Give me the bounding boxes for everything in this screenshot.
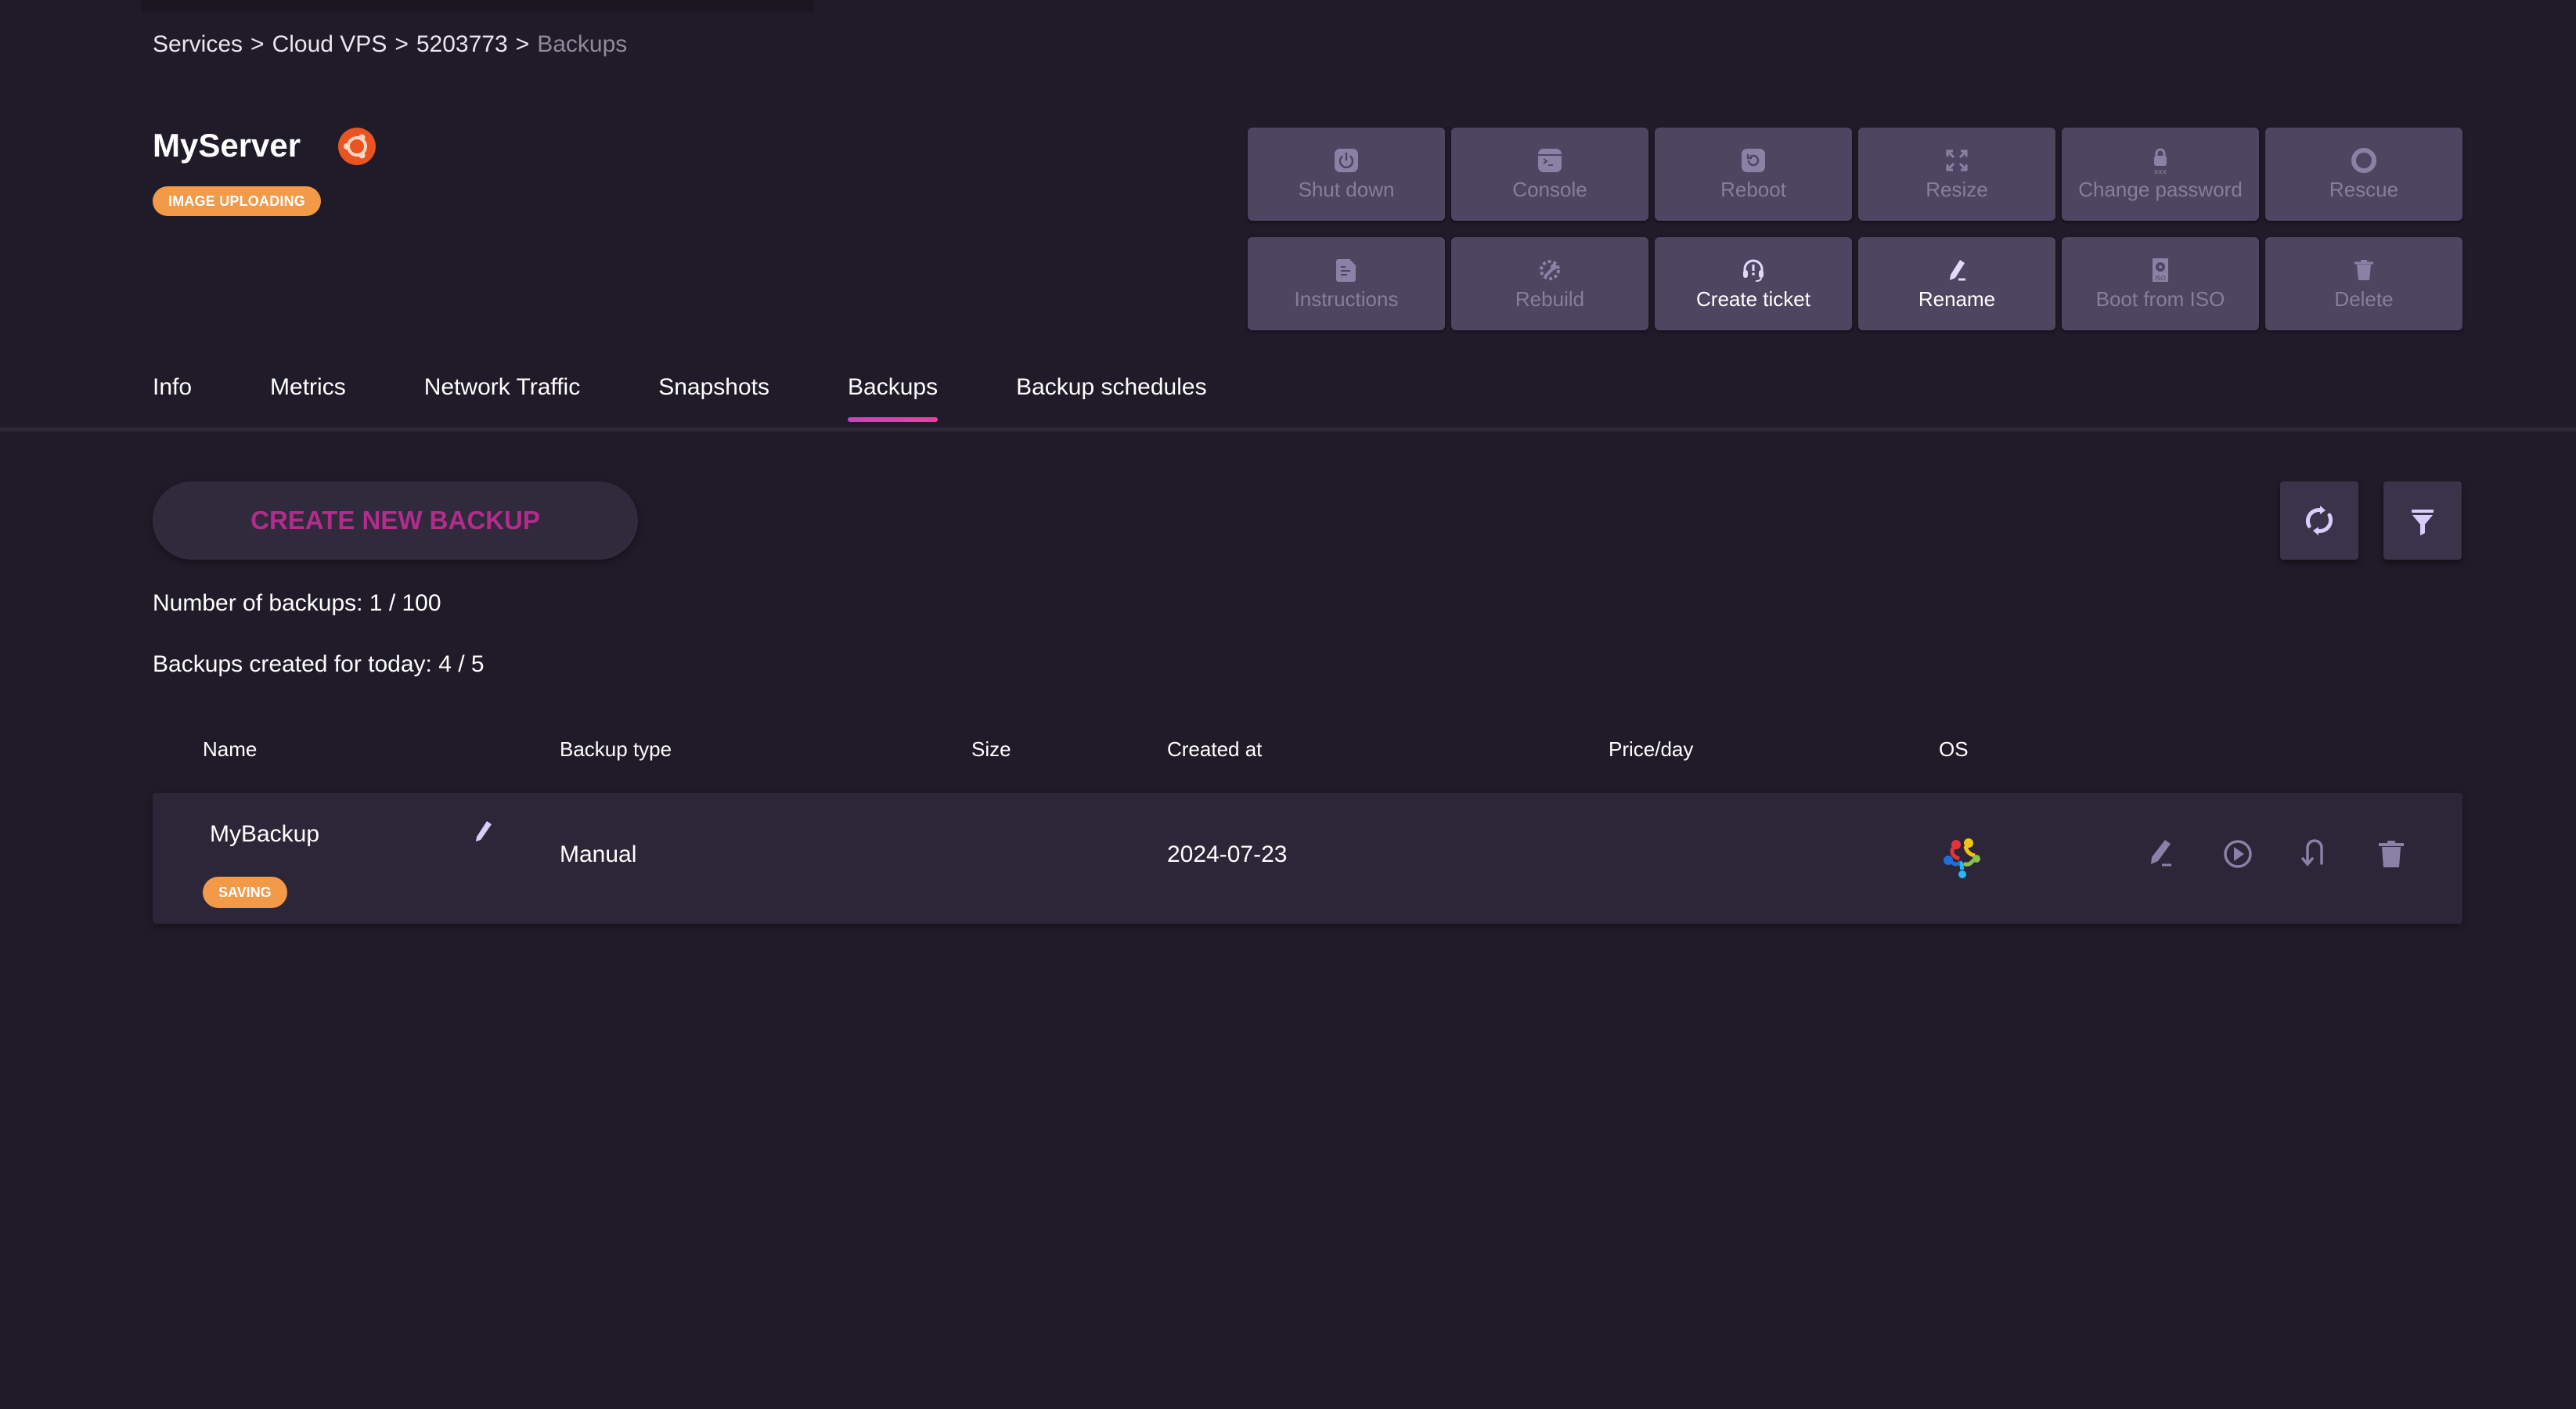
revert-icon[interactable] [2295,835,2333,873]
column-os: OS [1939,737,1969,761]
backup-status-badge: SAVING [203,877,287,908]
refresh-icon [2305,506,2333,535]
resize-button[interactable]: Resize [1858,128,2055,221]
column-name: Name [203,737,258,761]
wrench-gear-icon [1540,260,1560,280]
terminal-icon [1538,149,1562,172]
column-created-at: Created at [1167,737,1263,761]
resize-icon [1946,150,1968,171]
shut-down-label: Shut down [1298,178,1395,201]
rename-button[interactable]: Rename [1858,237,2055,330]
tab-info[interactable]: Info [153,374,192,420]
iso-disc-icon: ISO [2153,258,2168,282]
rebuild-button[interactable]: Rebuild [1451,237,1648,330]
console-label: Console [1512,178,1587,201]
server-name: MyServer [153,127,301,164]
boot-from-iso-button[interactable]: ISO Boot from ISO [2062,237,2259,330]
breadcrumb-services[interactable]: Services [153,31,243,57]
rescue-button[interactable]: Rescue [2265,128,2463,221]
backups-count: Number of backups: 1 / 100 [153,590,441,616]
create-ticket-button[interactable]: Create ticket [1655,237,1852,330]
rescue-label: Rescue [2329,178,2399,201]
tab-backup-schedules[interactable]: Backup schedules [1016,374,1207,420]
backup-type: Manual [560,841,637,867]
tab-divider [0,427,2576,431]
server-actions: Shut down Console Reboot Resize xxx Chan… [1248,128,2463,330]
backups-today: Backups created for today: 4 / 5 [153,651,485,677]
resize-label: Resize [1926,178,1988,201]
restore-play-icon[interactable] [2219,835,2257,873]
shut-down-button[interactable]: Shut down [1248,128,1445,221]
trash-icon [2354,260,2373,280]
os-logo-icon [1944,838,1980,878]
delete-backup-icon[interactable] [2372,835,2410,873]
lock-password-icon: xxx [2154,148,2167,175]
change-password-button[interactable]: xxx Change password [2062,128,2259,221]
create-new-backup-button[interactable]: CREATE NEW BACKUP [153,481,638,560]
reboot-button[interactable]: Reboot [1655,128,1852,221]
breadcrumb-cloud-vps[interactable]: Cloud VPS [272,31,387,57]
breadcrumb: Services > Cloud VPS >5203773 > Backups [153,31,627,58]
tab-snapshots[interactable]: Snapshots [658,374,769,420]
tab-backups[interactable]: Backups [848,374,939,422]
tab-metrics[interactable]: Metrics [270,374,346,420]
change-password-label: Change password [2078,178,2243,201]
column-price-day: Price/day [1609,737,1694,761]
console-button[interactable]: Console [1451,128,1648,221]
boot-from-iso-label: Boot from ISO [2095,287,2225,311]
breadcrumb-separator: > [395,31,409,57]
reboot-label: Reboot [1720,178,1786,201]
document-icon [1336,259,1356,282]
table-row: MyBackup SAVING Manual 2024-07-23 [153,793,2463,924]
filter-button[interactable] [2383,481,2462,560]
svg-text:xxx: xxx [2154,168,2167,175]
tab-network-traffic[interactable]: Network Traffic [424,374,581,420]
breadcrumb-separator: > [250,31,265,57]
edit-name-icon[interactable] [470,818,496,845]
instructions-label: Instructions [1294,287,1399,311]
delete-server-label: Delete [2334,287,2394,311]
backup-name: MyBackup [210,821,320,847]
instructions-button[interactable]: Instructions [1248,237,1445,330]
reboot-icon [1742,149,1765,172]
rename-backup-icon[interactable] [2143,835,2181,873]
delete-server-button[interactable]: Delete [2265,237,2463,330]
pencil-rename-icon [1950,260,1965,281]
tab-bar: Info Metrics Network Traffic Snapshots B… [153,374,1285,422]
filter-icon [2412,510,2434,535]
backup-created-at: 2024-07-23 [1167,841,1288,867]
refresh-button[interactable] [2280,481,2358,560]
server-status-badge: IMAGE UPLOADING [153,186,322,216]
headset-icon [1743,259,1764,282]
rebuild-label: Rebuild [1515,287,1585,311]
rename-label: Rename [1918,287,1996,311]
ubuntu-logo-icon [338,128,376,165]
breadcrumb-separator: > [515,31,530,57]
lifebuoy-icon [2351,148,2376,173]
svg-text:ISO: ISO [2155,275,2166,282]
breadcrumb-server-id[interactable]: 5203773 [416,31,508,57]
column-size: Size [971,737,1011,761]
header-shadow [141,0,814,13]
create-ticket-label: Create ticket [1696,287,1810,311]
breadcrumb-current: Backups [537,31,628,57]
column-backup-type: Backup type [560,737,672,761]
power-icon [1335,149,1358,172]
